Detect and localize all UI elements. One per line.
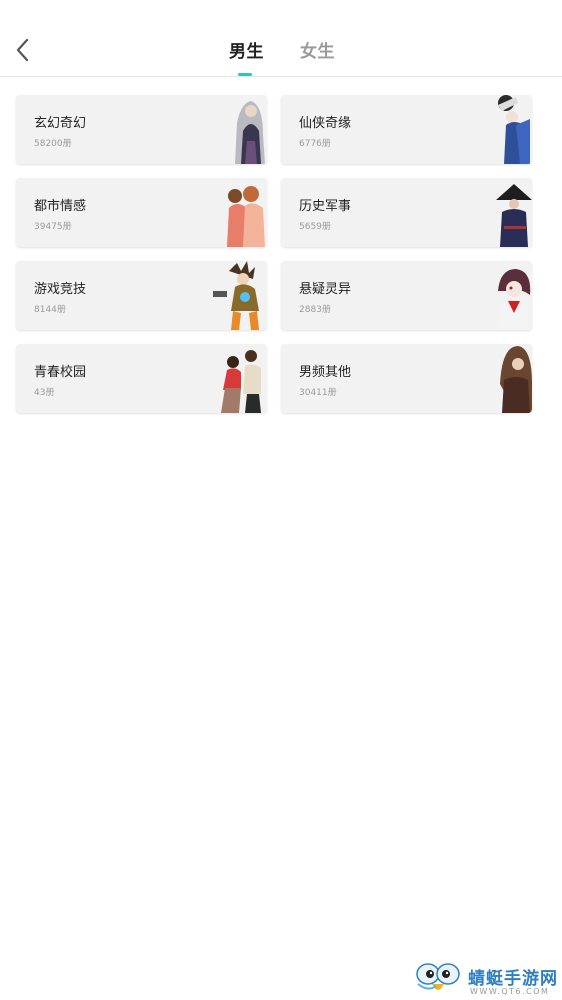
back-button[interactable] bbox=[10, 34, 38, 66]
tab-male[interactable]: 男生 bbox=[229, 37, 264, 62]
category-count: 6776册 bbox=[299, 139, 331, 149]
category-card-other[interactable]: 男频其他 30411册 bbox=[281, 344, 532, 413]
category-count: 58200册 bbox=[34, 139, 72, 149]
category-name: 男频其他 bbox=[299, 365, 352, 380]
cover-figure-image bbox=[498, 269, 531, 330]
category-card-mystery[interactable]: 悬疑灵异 2883册 bbox=[281, 261, 532, 330]
watermark-title: 蜻蜓手游网 bbox=[468, 969, 558, 989]
category-count: 30411册 bbox=[299, 388, 337, 398]
chevron-left-icon bbox=[16, 38, 29, 62]
tab-female[interactable]: 女生 bbox=[300, 37, 335, 62]
category-name: 都市情感 bbox=[34, 199, 87, 214]
cover-figure-image bbox=[213, 261, 259, 330]
category-card-xianxia[interactable]: 仙侠奇缘 6776册 bbox=[281, 95, 532, 164]
category-name: 玄幻奇幻 bbox=[34, 116, 87, 131]
dragonfly-logo-icon bbox=[416, 963, 460, 990]
top-bar: 男生 女生 bbox=[0, 0, 562, 76]
category-card-gaming[interactable]: 游戏竞技 8144册 bbox=[16, 261, 267, 330]
category-count: 2883册 bbox=[299, 305, 331, 315]
category-name: 历史军事 bbox=[299, 199, 352, 214]
category-card-campus[interactable]: 青春校园 43册 bbox=[16, 344, 267, 413]
category-count: 5659册 bbox=[299, 222, 331, 232]
category-name: 仙侠奇缘 bbox=[299, 116, 352, 131]
watermark-url: WWW.QT6.COM bbox=[470, 987, 550, 996]
cover-figure-image bbox=[498, 95, 530, 164]
cover-figure-image bbox=[221, 350, 261, 413]
category-name: 悬疑灵异 bbox=[299, 282, 352, 297]
category-name: 游戏竞技 bbox=[34, 282, 87, 297]
cover-figure-image bbox=[227, 186, 265, 247]
header-divider bbox=[0, 76, 562, 77]
category-count: 43册 bbox=[34, 388, 55, 398]
cover-figure-image bbox=[496, 184, 532, 247]
category-card-history[interactable]: 历史军事 5659册 bbox=[281, 178, 532, 247]
category-count: 39475册 bbox=[34, 222, 72, 232]
category-card-urban[interactable]: 都市情感 39475册 bbox=[16, 178, 267, 247]
category-count: 8144册 bbox=[34, 305, 66, 315]
cover-figure-image bbox=[500, 346, 532, 413]
category-card-xuanhuan[interactable]: 玄幻奇幻 58200册 bbox=[16, 95, 267, 164]
cover-figure-image bbox=[235, 101, 265, 164]
category-name: 青春校园 bbox=[34, 365, 87, 380]
site-watermark: 蜻蜓手游网 WWW.QT6.COM bbox=[414, 962, 562, 1000]
